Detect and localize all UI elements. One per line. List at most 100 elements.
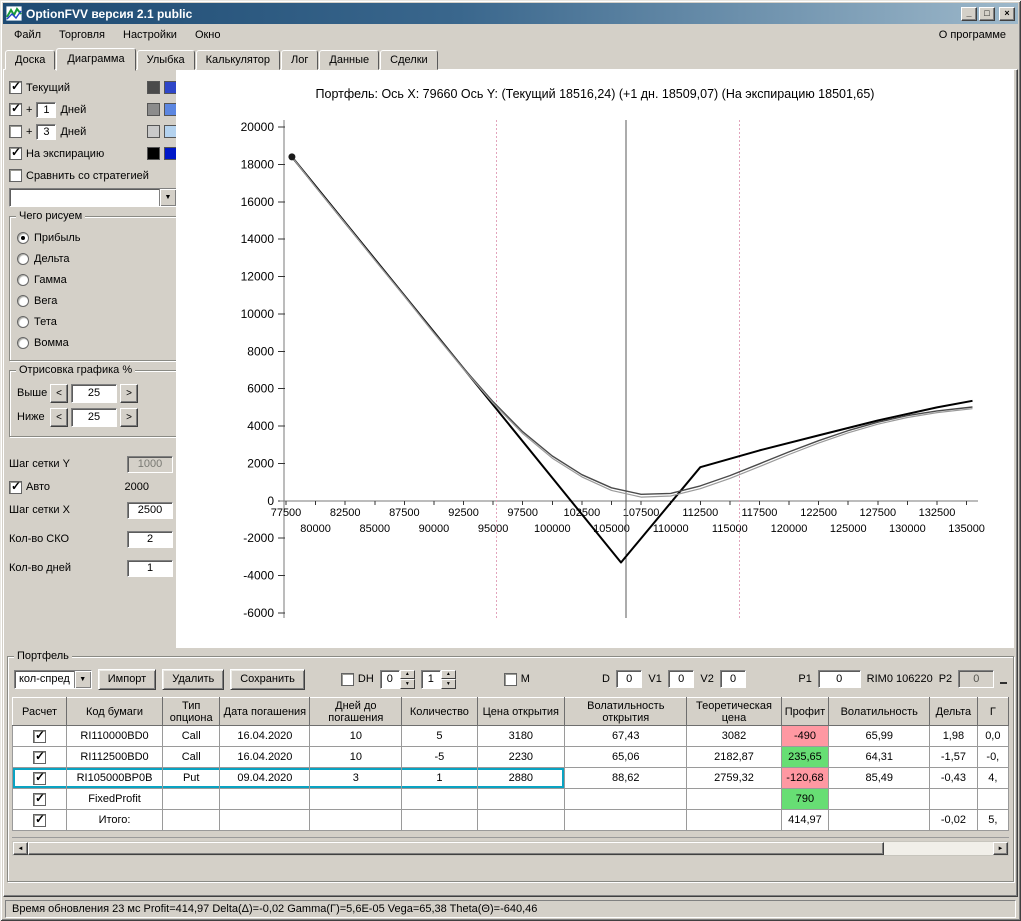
import-button[interactable]: Импорт	[97, 668, 157, 690]
instrument-label: RIM0 106220	[866, 673, 933, 685]
row-calc-checkbox[interactable]	[33, 791, 47, 806]
table-row[interactable]: RI105000BP0BPut09.04.202031288088,622759…	[12, 767, 1009, 789]
menu-file[interactable]: Файл	[5, 26, 50, 44]
maximize-button[interactable]: □	[979, 6, 995, 21]
chevron-down-icon[interactable]: ▼	[73, 670, 91, 688]
v1-field[interactable]: 0	[667, 670, 695, 688]
below-value-field[interactable]: 25	[71, 407, 117, 427]
dh-spinner-2[interactable]: 1 ▲ ▼	[420, 669, 456, 689]
profit-radio[interactable]	[17, 231, 29, 244]
grid-step-x-field[interactable]: 2500	[127, 501, 173, 519]
above-value-field[interactable]: 25	[71, 383, 117, 403]
d-field[interactable]: 0	[615, 670, 643, 688]
m-checkbox[interactable]	[503, 672, 517, 686]
close-button[interactable]: ×	[999, 6, 1015, 21]
below-increase-button[interactable]: >	[120, 407, 138, 427]
compare-strategy-checkbox[interactable]	[9, 169, 22, 182]
cell: -0,43	[929, 767, 978, 789]
current-color-swatch-1[interactable]	[147, 81, 160, 94]
diagram-page: Текущий + 1 Дней + 3 Дней	[3, 69, 1018, 897]
tab-diagram[interactable]: Диаграмма	[56, 48, 136, 71]
row-calc-checkbox[interactable]	[33, 770, 47, 785]
row-calc-checkbox[interactable]	[33, 728, 47, 743]
menu-settings[interactable]: Настройки	[114, 26, 186, 44]
menu-about[interactable]: О программе	[929, 26, 1016, 44]
sko-count-field[interactable]: 2	[127, 530, 173, 548]
column-header[interactable]: Теоретическая цена	[686, 697, 782, 726]
x-tick-label: 127500	[859, 507, 896, 519]
dh-spinner-1-value[interactable]: 0	[379, 669, 400, 689]
draw-what-title: Чего рисуем	[16, 210, 86, 222]
dh-spinner-2-value[interactable]: 1	[420, 669, 441, 689]
delta-radio[interactable]	[17, 252, 29, 265]
payoff-chart[interactable]: 2000018000160001400012000100008000600040…	[176, 106, 1016, 646]
v2-field[interactable]: 0	[719, 670, 747, 688]
row-calc-checkbox[interactable]	[33, 749, 47, 764]
tab-board[interactable]: Доска	[5, 50, 56, 70]
horizontal-scrollbar[interactable]: ◄ ►	[12, 841, 1009, 856]
expiration-color-swatch-1[interactable]	[147, 147, 160, 160]
column-header[interactable]: Дата погашения	[219, 697, 311, 726]
row-calc-checkbox[interactable]	[33, 812, 47, 827]
plus1-checkbox[interactable]	[9, 101, 22, 116]
days-count-field[interactable]: 1	[127, 559, 173, 577]
column-header[interactable]: Г	[976, 697, 1009, 726]
spin-up-icon[interactable]: ▲	[440, 669, 456, 679]
column-header[interactable]: Код бумаги	[66, 697, 164, 726]
column-header[interactable]: Тип опциона	[162, 697, 221, 726]
scroll-right-icon[interactable]: ►	[993, 842, 1008, 855]
plus3-color-swatch-1[interactable]	[147, 125, 160, 138]
theta-radio[interactable]	[17, 315, 29, 328]
table-row[interactable]: RI110000BD0Call16.04.2020105318067,43308…	[12, 725, 1009, 747]
column-header[interactable]: Дней до погашения	[309, 697, 403, 726]
column-header[interactable]: Дельта	[929, 697, 978, 726]
save-button[interactable]: Сохранить	[230, 668, 305, 690]
column-header[interactable]: Количество	[401, 697, 478, 726]
expiration-checkbox[interactable]	[9, 145, 22, 160]
tab-deals[interactable]: Сделки	[380, 50, 438, 70]
current-checkbox[interactable]	[9, 79, 22, 94]
scrollbar-thumb[interactable]	[28, 842, 884, 855]
column-header[interactable]: Волатильность открытия	[564, 697, 688, 726]
auto-checkbox[interactable]	[9, 479, 22, 494]
calc-cell	[12, 788, 68, 810]
column-header[interactable]: Цена открытия	[476, 697, 566, 726]
strategy-combobox[interactable]: ▼	[9, 188, 177, 207]
vomma-radio[interactable]	[17, 336, 29, 349]
tab-log[interactable]: Лог	[281, 50, 319, 70]
plus1-days-field[interactable]: 1	[36, 101, 57, 118]
delete-button[interactable]: Удалить	[162, 668, 225, 690]
above-decrease-button[interactable]: <	[50, 383, 68, 403]
title-bar[interactable]: OptionFVV версия 2.1 public _ □ ×	[3, 3, 1018, 24]
tab-smile[interactable]: Улыбка	[136, 50, 195, 70]
dh-spinner-1[interactable]: 0 ▲ ▼	[379, 669, 415, 689]
preset-combobox[interactable]: кол-спред ▼	[14, 669, 92, 689]
spin-down-icon[interactable]: ▼	[440, 679, 456, 689]
minimize-button[interactable]: _	[961, 6, 977, 21]
column-header[interactable]: Профит	[780, 697, 830, 726]
tab-data[interactable]: Данные	[319, 50, 380, 70]
table-row[interactable]: RI112500BD0Call16.04.202010-5223065,0621…	[12, 746, 1009, 768]
above-increase-button[interactable]: >	[120, 383, 138, 403]
menu-trade[interactable]: Торговля	[50, 26, 114, 44]
column-header[interactable]: Расчет	[12, 697, 68, 726]
spin-down-icon[interactable]: ▼	[399, 679, 415, 689]
vega-radio[interactable]	[17, 294, 29, 307]
plus3-checkbox[interactable]	[9, 125, 22, 138]
cell: 10	[309, 725, 403, 747]
plus1-color-swatch-1[interactable]	[147, 103, 160, 116]
spin-up-icon[interactable]: ▲	[399, 669, 415, 679]
p1-field[interactable]: 0	[817, 670, 861, 688]
dh-checkbox[interactable]	[340, 672, 354, 686]
table-row[interactable]: FixedProfit 790	[12, 788, 1009, 810]
chevron-down-icon[interactable]: ▼	[159, 189, 176, 206]
plus3-days-field[interactable]: 3	[36, 123, 57, 140]
tab-calculator[interactable]: Калькулятор	[195, 50, 281, 70]
below-decrease-button[interactable]: <	[50, 407, 68, 427]
menu-window[interactable]: Окно	[186, 26, 230, 44]
gamma-radio[interactable]	[17, 273, 29, 286]
table-row[interactable]: Итого: 414,97 -0,025,	[12, 809, 1009, 831]
x-tick-label: 107500	[623, 507, 660, 519]
column-header[interactable]: Волатильность	[828, 697, 931, 726]
scroll-left-icon[interactable]: ◄	[13, 842, 28, 855]
